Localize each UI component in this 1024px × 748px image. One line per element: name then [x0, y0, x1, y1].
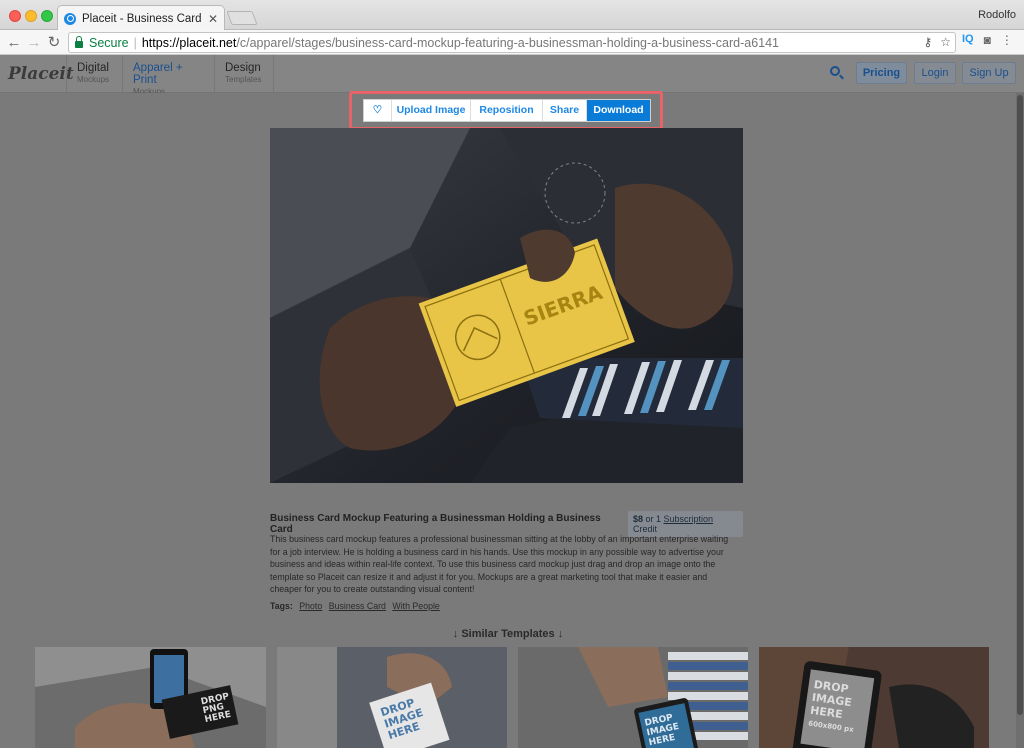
upload-image-button[interactable]: Upload Image [392, 100, 471, 121]
mockup-preview-image[interactable]: SIERRA [270, 128, 743, 483]
similar-template-1[interactable]: DROP PNG HERE [35, 647, 266, 748]
browser-tabstrip: Placeit - Business Card Mocku ✕ Rodolfo [0, 0, 1024, 31]
similar-template-4[interactable]: DROP IMAGE HERE 600x800 px [759, 647, 989, 748]
back-arrow-icon[interactable]: ← [4, 34, 24, 51]
phone-card-photo: DROP PNG HERE [35, 647, 266, 748]
tag-business-card[interactable]: Business Card [329, 601, 386, 611]
url-host: https://placeit.net [141, 35, 237, 50]
menu-dots-icon[interactable]: ⋮ [1001, 33, 1013, 47]
tablet-hand-photo: DROP IMAGE HERE 600x800 px [759, 647, 989, 748]
nav-design[interactable]: Design Templates [214, 55, 274, 93]
browser-toolbar: ← → ↻ Secure | https://placeit.net /c/ap… [0, 30, 1024, 55]
download-button[interactable]: Download [587, 100, 650, 121]
hand-card-photo: DROP IMAGE HERE [277, 647, 507, 748]
reposition-button[interactable]: Reposition [471, 100, 543, 121]
pocket-phone-photo: DROP IMAGE HERE [518, 647, 748, 748]
bookmark-star-icon[interactable]: ☆ [940, 35, 951, 49]
search-icon[interactable] [830, 66, 840, 76]
tags-label: Tags: [270, 601, 293, 611]
minimize-window-button[interactable] [25, 10, 37, 22]
scrollbar-thumb[interactable] [1017, 95, 1023, 715]
url-divider: | [133, 35, 137, 50]
heart-icon: ♡ [372, 104, 383, 116]
nav-apparel-label: Apparel + Print [133, 62, 183, 86]
browser-tab[interactable]: Placeit - Business Card Mocku ✕ [57, 5, 225, 31]
nav-digital-label: Digital [77, 62, 109, 74]
similar-template-3[interactable]: DROP IMAGE HERE [518, 647, 748, 748]
extension-icons: IQ ◙ ⋮ [962, 33, 1013, 47]
editor-actionbar: ♡ Upload Image Reposition Share Download [363, 99, 651, 122]
placeit-favicon-icon [64, 12, 76, 25]
tags-row: Tags: Photo Business Card With People [270, 601, 440, 611]
profile-name[interactable]: Rodolfo [978, 9, 1016, 21]
nav-apparel-print[interactable]: Apparel + Print Mockups [122, 55, 214, 96]
favorite-button[interactable]: ♡ [364, 100, 392, 121]
price-or: or 1 [643, 514, 664, 524]
businessman-card-photo: SIERRA [270, 128, 743, 483]
product-title: Business Card Mockup Featuring a Busines… [270, 513, 601, 535]
zoom-window-button[interactable] [41, 10, 53, 22]
similar-templates-heading: ↓ Similar Templates ↓ [452, 628, 564, 640]
iq-extension-icon[interactable]: IQ [962, 33, 974, 47]
share-button[interactable]: Share [543, 100, 587, 121]
url-path: /c/apparel/stages/business-card-mockup-f… [236, 35, 780, 50]
key-icon[interactable]: ⚷ [923, 35, 932, 49]
login-button[interactable]: Login [914, 62, 956, 84]
lock-icon [75, 36, 83, 48]
secure-label: Secure [89, 35, 129, 50]
tag-with-people[interactable]: With People [392, 601, 439, 611]
nav-design-label: Design [225, 62, 261, 74]
new-tab-button[interactable] [226, 11, 258, 25]
pricing-button[interactable]: Pricing [856, 62, 907, 84]
subscription-link[interactable]: Subscription [664, 514, 714, 524]
tag-photo[interactable]: Photo [299, 601, 322, 611]
tab-close-icon[interactable]: ✕ [208, 12, 218, 26]
reload-icon[interactable]: ↻ [44, 33, 64, 51]
address-bar[interactable]: Secure | https://placeit.net /c/apparel/… [68, 32, 956, 53]
nav-digital-sub: Mockups [77, 75, 110, 84]
signup-button[interactable]: Sign Up [962, 62, 1016, 84]
product-description: This business card mockup features a pro… [270, 534, 729, 594]
forward-arrow-icon[interactable]: → [24, 34, 44, 51]
camera-extension-icon[interactable]: ◙ [984, 33, 991, 47]
nav-design-sub: Templates [225, 75, 262, 84]
similar-template-2[interactable]: DROP IMAGE HERE [277, 647, 507, 748]
close-window-button[interactable] [9, 10, 21, 22]
tab-title: Placeit - Business Card Mocku [82, 12, 204, 25]
nav-digital[interactable]: Digital Mockups [66, 55, 122, 93]
price-amount: $8 [632, 514, 643, 524]
placeit-logo[interactable]: Placeit [8, 64, 74, 84]
